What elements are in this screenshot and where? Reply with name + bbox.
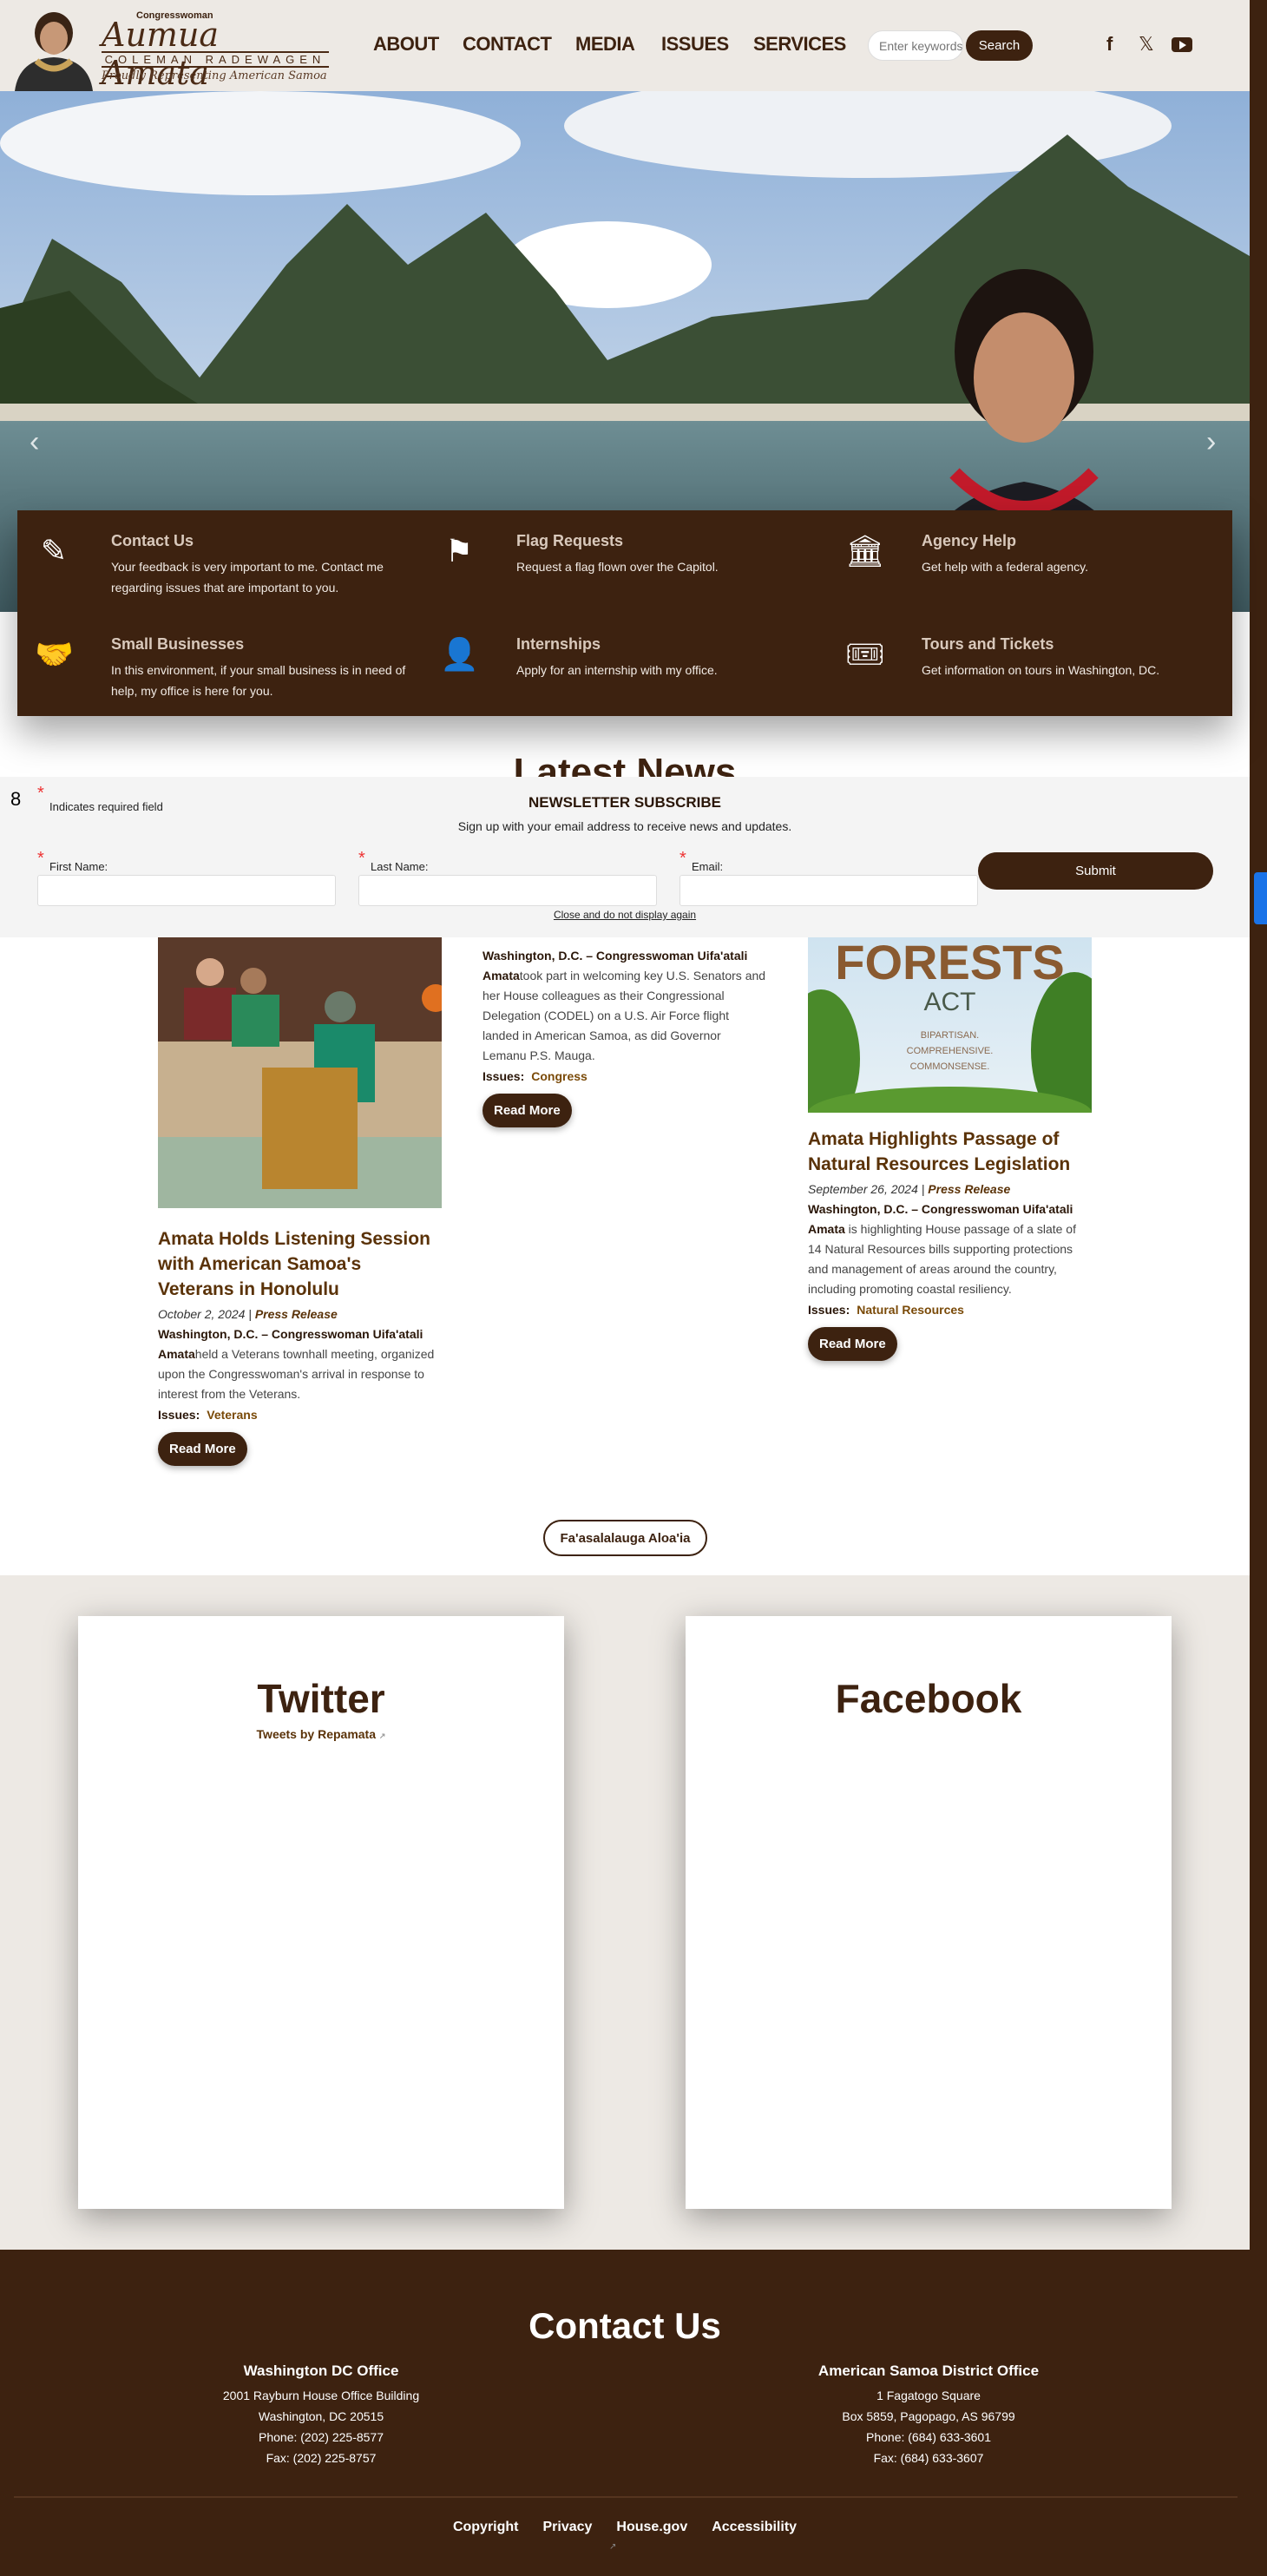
twitter-card: Twitter Tweets by Repamata ↗ bbox=[78, 1616, 564, 2209]
read-more-button[interactable]: Read More bbox=[158, 1432, 247, 1466]
news-issues: Issues: Veterans bbox=[158, 1408, 258, 1422]
footer-link-house[interactable]: House.gov bbox=[616, 2520, 687, 2534]
nav-media[interactable]: MEDIA bbox=[575, 33, 635, 56]
news-issues: Issues: Congress bbox=[483, 1069, 588, 1083]
newsletter-subtitle: Sign up with your email address to recei… bbox=[457, 819, 792, 833]
news-body: Washington, D.C. – Congresswoman Uifa'at… bbox=[483, 949, 766, 1062]
x-icon[interactable]: 𝕏 bbox=[1139, 33, 1154, 56]
social-section: Twitter Tweets by Repamata ↗ Facebook bbox=[0, 1575, 1250, 2250]
email-label: Email: bbox=[692, 860, 724, 873]
issue-link[interactable]: Natural Resources bbox=[857, 1303, 964, 1317]
logo-link[interactable]: Congresswoman Aumua Amata COLEMAN RADEWA… bbox=[4, 0, 330, 92]
footer: Contact Us Washington DC Office 2001 Ray… bbox=[0, 2250, 1250, 2576]
logo-surname: COLEMAN RADEWAGEN bbox=[102, 51, 329, 68]
newsletter-title: NEWSLETTER SUBSCRIBE bbox=[528, 794, 721, 811]
feedback-tab[interactable] bbox=[1254, 872, 1267, 924]
read-more-button[interactable]: Read More bbox=[808, 1327, 897, 1361]
news-card: Washington, D.C. – Congresswoman Uifa'at… bbox=[483, 943, 766, 1127]
news-meta: September 26, 2024 | Press Release bbox=[808, 1182, 1011, 1196]
footer-links: Copyright Privacy House.gov Accessibility bbox=[0, 2520, 1250, 2535]
flag-icon: ⚑ bbox=[444, 533, 474, 568]
youtube-icon[interactable] bbox=[1172, 37, 1192, 52]
footer-link-accessibility[interactable]: Accessibility bbox=[712, 2520, 797, 2534]
close-newsletter-link[interactable]: Close and do not display again bbox=[0, 909, 1250, 921]
services-panel: ✎ Contact Us Your feedback is very importa… bbox=[17, 510, 1232, 716]
news-image-forests[interactable]: FORESTS ACT BIPARTISAN. COMPREHENSIVE. COM… bbox=[808, 937, 1092, 1113]
footer-link-privacy[interactable]: Privacy bbox=[542, 2520, 592, 2534]
nav-issues[interactable]: ISSUES bbox=[661, 33, 729, 56]
footer-divider bbox=[14, 2496, 1237, 2498]
nav-contact[interactable]: CONTACT bbox=[463, 33, 552, 56]
external-link-icon: ↗ bbox=[378, 1732, 386, 1740]
news-type-link[interactable]: Press Release bbox=[928, 1182, 1010, 1196]
right-edge-bar bbox=[1250, 0, 1267, 2576]
issue-link[interactable]: Veterans bbox=[207, 1408, 257, 1422]
office-samoa: American Samoa District Office 1 Fagatog… bbox=[817, 2362, 1040, 2465]
intern-icon: 👤 bbox=[440, 636, 479, 672]
news-issues: Issues: Natural Resources bbox=[808, 1303, 964, 1317]
news-body: Washington, D.C. – Congresswoman Uifa'at… bbox=[808, 1202, 1076, 1296]
read-more-button[interactable]: Read More bbox=[483, 1094, 572, 1127]
news-type-link[interactable]: Press Release bbox=[255, 1307, 338, 1321]
office-dc: Washington DC Office 2001 Rayburn House … bbox=[222, 2362, 420, 2465]
facebook-icon[interactable]: f bbox=[1106, 33, 1113, 56]
news-image-veterans[interactable] bbox=[158, 937, 450, 1208]
first-name-label: First Name: bbox=[49, 860, 108, 873]
newsletter-popup: 8 * Indicates required field NEWSLETTER … bbox=[0, 777, 1250, 937]
logo-tagline: Proudly Representing American Samoa bbox=[102, 69, 327, 82]
nav-about[interactable]: ABOUT bbox=[373, 33, 439, 56]
footer-title: Contact Us bbox=[528, 2305, 721, 2346]
first-name-input[interactable] bbox=[37, 875, 336, 906]
last-name-input[interactable] bbox=[358, 875, 657, 906]
last-name-label: Last Name: bbox=[371, 860, 429, 873]
congresswoman-portrait bbox=[15, 12, 93, 91]
ticket-icon: 🎟 bbox=[845, 636, 885, 672]
news-body: Washington, D.C. – Congresswoman Uifa'at… bbox=[158, 1327, 435, 1401]
nav-services[interactable]: SERVICES bbox=[753, 33, 846, 56]
carousel-prev-icon[interactable]: ‹ bbox=[30, 425, 39, 459]
news-archive-button[interactable]: Fa'asalalauga Aloa'ia bbox=[543, 1520, 707, 1556]
news-card: FORESTS ACT BIPARTISAN. COMPREHENSIVE. COM… bbox=[808, 937, 1092, 1361]
facebook-title: Facebook bbox=[835, 1676, 1022, 1721]
tweets-link[interactable]: Tweets by Repamata ↗ bbox=[257, 1727, 386, 1741]
news-meta: October 2, 2024 | Press Release bbox=[158, 1307, 338, 1321]
facebook-card: Facebook bbox=[686, 1616, 1172, 2209]
submit-button[interactable]: Submit bbox=[978, 852, 1213, 890]
news-card: Amata Holds Listening Session with Ameri… bbox=[158, 937, 450, 1466]
edit-icon: ✎ bbox=[40, 533, 68, 568]
twitter-title: Twitter bbox=[257, 1676, 385, 1721]
email-input[interactable] bbox=[679, 875, 978, 906]
carousel-next-icon[interactable]: › bbox=[1206, 425, 1216, 459]
footer-link-copyright[interactable]: Copyright bbox=[453, 2520, 519, 2534]
latest-news-heading: Latest News bbox=[513, 751, 737, 779]
search-button[interactable]: Search bbox=[966, 30, 1033, 61]
handshake-icon: 🤝 bbox=[35, 636, 74, 672]
news-title[interactable]: Amata Holds Listening Session with Ameri… bbox=[158, 1226, 442, 1302]
external-link-icon: ↗ bbox=[609, 2542, 617, 2552]
news-title[interactable]: Amata Highlights Passage of Natural Reso… bbox=[808, 1127, 1092, 1177]
capitol-icon: 🏛 bbox=[845, 533, 885, 568]
search-input[interactable] bbox=[868, 30, 963, 61]
site-header: Congresswoman Aumua Amata COLEMAN RADEWA… bbox=[0, 0, 1250, 92]
issue-link[interactable]: Congress bbox=[531, 1069, 588, 1083]
